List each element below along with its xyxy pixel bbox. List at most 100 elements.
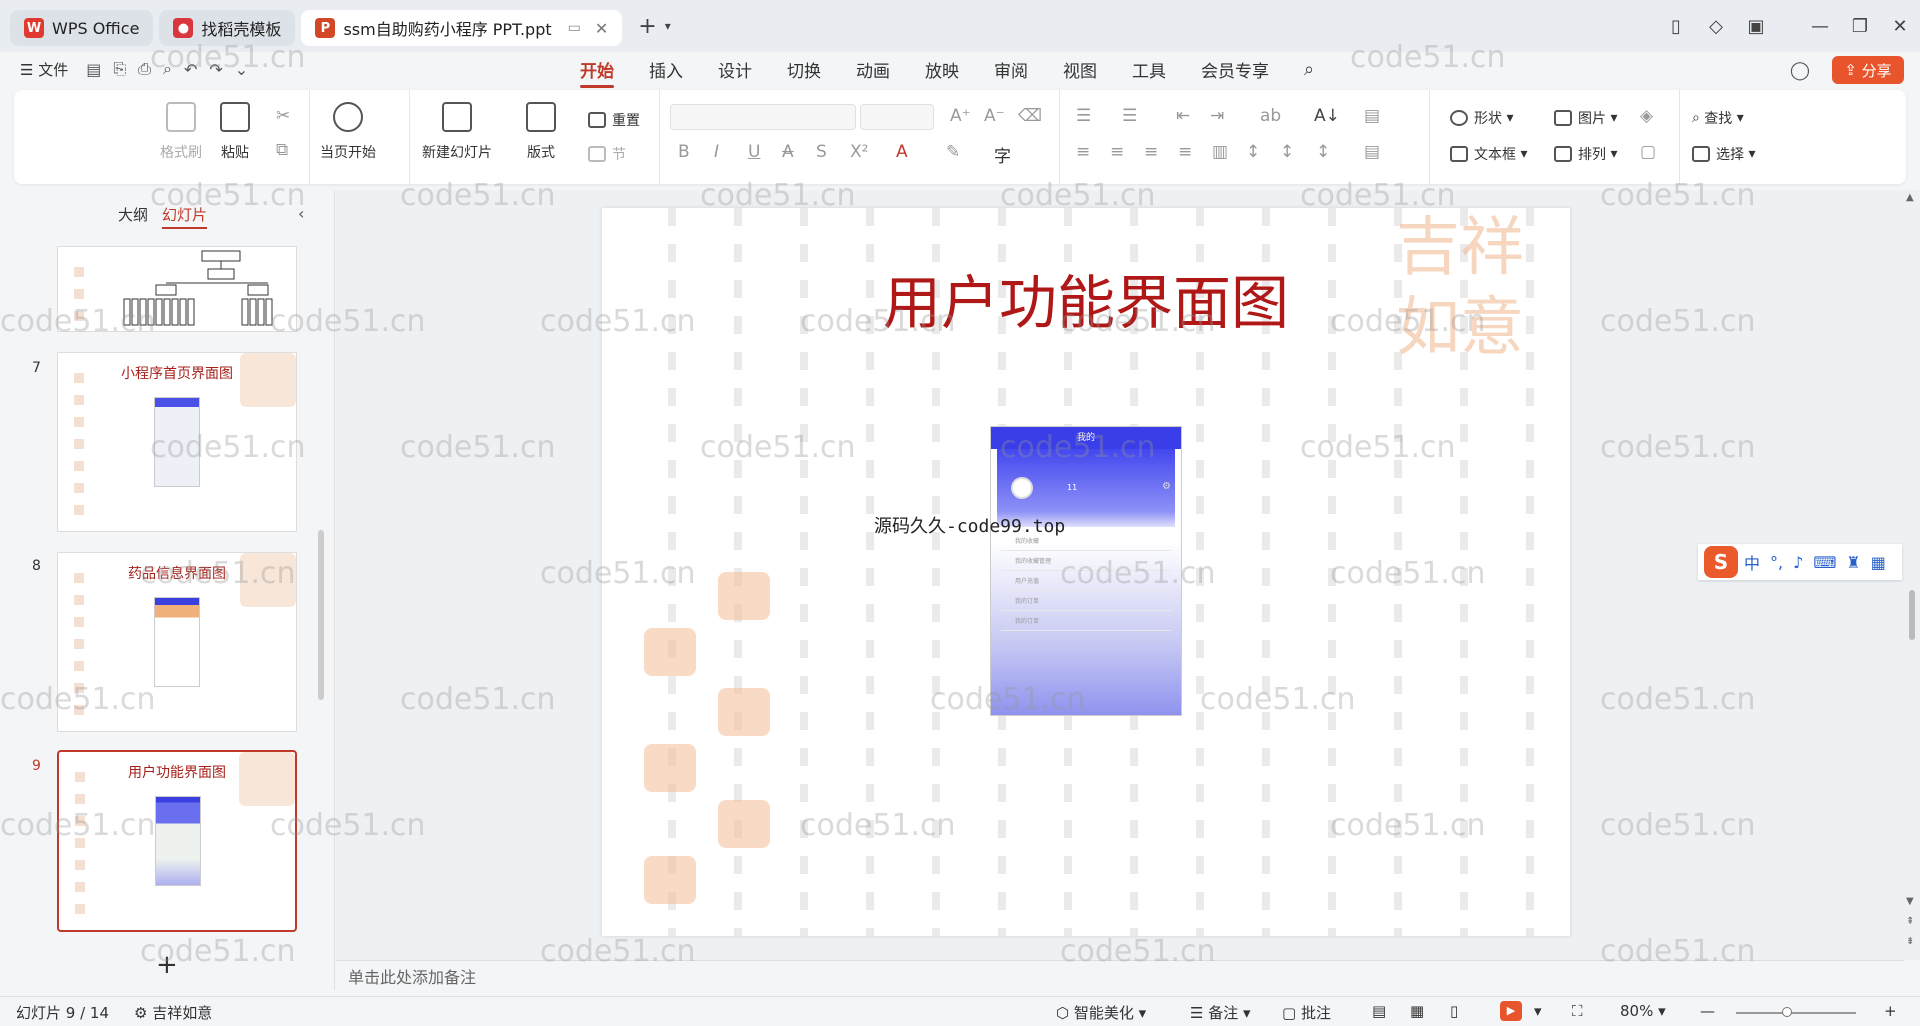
numbered-list-icon[interactable]: ☰	[1122, 106, 1137, 126]
search-icon[interactable]: ⌕	[1304, 59, 1314, 80]
section-button[interactable]: 节	[588, 144, 626, 164]
tab-tools[interactable]: 工具	[1132, 57, 1166, 82]
reading-view-icon[interactable]: ▯	[1450, 1002, 1458, 1020]
zoom-slider[interactable]	[1736, 1012, 1856, 1014]
align-left-icon[interactable]: ≡	[1076, 142, 1090, 162]
picture-button[interactable]: 图片 ▾	[1554, 108, 1617, 128]
text-align-icon[interactable]: ▤	[1364, 142, 1380, 162]
app-screenshot-image[interactable]: 我的 11 ⚙ 我的收藏 我的收藏管理 用户充值 我的订单 我的订单	[990, 426, 1182, 716]
reset-button[interactable]: 重置	[588, 110, 640, 130]
play-from-current-button[interactable]: 当页开始	[320, 102, 376, 162]
keyboard-icon[interactable]: ⌨	[1813, 553, 1836, 572]
phonetic-icon[interactable]: 字	[994, 142, 1011, 167]
format-painter-button[interactable]: 格式刷	[160, 102, 202, 162]
copy-icon[interactable]: ⧉	[276, 140, 288, 160]
smart-beautify-button[interactable]: ⬡ 智能美化 ▾	[1056, 1002, 1146, 1023]
slide-thumbnail-7[interactable]: 小程序首页界面图	[57, 352, 297, 532]
toolbox-icon[interactable]: ▦	[1871, 553, 1886, 572]
collapse-panel-icon[interactable]: ‹	[298, 204, 304, 223]
highlight-icon[interactable]: ✎	[946, 142, 960, 162]
current-slide[interactable]: 吉祥 如意 用户功能界面图 我的 11 ⚙ 我的收藏 我的收藏管理 用户充值 我的…	[602, 208, 1570, 936]
export-icon[interactable]: ⎘	[113, 59, 126, 79]
chevron-down-icon[interactable]: ▾	[1534, 1002, 1542, 1020]
scroll-up-icon[interactable]: ▲	[1906, 192, 1914, 203]
italic-icon[interactable]: I	[714, 142, 719, 162]
tab-review[interactable]: 审阅	[994, 57, 1028, 82]
columns-icon[interactable]: ↕	[1316, 142, 1330, 162]
skin-icon[interactable]: ♜	[1846, 553, 1860, 572]
textbox-button[interactable]: 文本框 ▾	[1450, 144, 1527, 164]
shadow-icon[interactable]: S	[816, 142, 827, 162]
increase-indent-icon[interactable]: ⇥	[1210, 106, 1224, 126]
decrease-indent-icon[interactable]: ⇤	[1176, 106, 1190, 126]
convert-smartart-icon[interactable]: ▤	[1364, 106, 1380, 126]
cube-icon[interactable]: ◇	[1696, 16, 1736, 37]
avatar[interactable]: ▣	[1736, 16, 1776, 37]
slide-caption-text[interactable]: 源码久久-code99.top	[874, 512, 1065, 538]
close-window-icon[interactable]: ✕	[1880, 16, 1920, 37]
increase-font-icon[interactable]: A⁺	[950, 106, 971, 126]
slide-thumbnail-8[interactable]: 药品信息界面图	[57, 552, 297, 732]
slide-thumbnail-9[interactable]: 用户功能界面图	[57, 750, 297, 932]
text-direction-icon[interactable]: ab	[1260, 106, 1281, 126]
chevron-down-icon[interactable]: ▾	[665, 19, 671, 33]
line-spacing-icon[interactable]: ↕	[1246, 142, 1260, 162]
tab-ppt-document[interactable]: P ssm自助购药小程序 PPT.ppt ▭ ✕	[301, 10, 623, 46]
zoom-in-icon[interactable]: +	[1884, 1002, 1897, 1020]
chevron-down-icon[interactable]: ⌄	[235, 60, 248, 79]
zoom-slider-handle[interactable]	[1782, 1007, 1792, 1017]
superscript-icon[interactable]: X²	[850, 142, 868, 162]
decrease-font-icon[interactable]: A⁻	[984, 106, 1005, 126]
shape-button[interactable]: 形状 ▾	[1450, 108, 1513, 128]
new-slide-button[interactable]: 新建幻灯片	[422, 102, 492, 162]
zoom-level[interactable]: 80% ▾	[1620, 1002, 1666, 1020]
theme-name-button[interactable]: ⚙ 吉祥如意	[134, 1002, 212, 1023]
play-slideshow-icon[interactable]: ▶	[1500, 1001, 1522, 1021]
cut-icon[interactable]: ✂	[276, 106, 290, 126]
sogou-ime-icon[interactable]: S	[1704, 546, 1738, 578]
paragraph-spacing-icon[interactable]: ↕	[1280, 142, 1294, 162]
fit-window-icon[interactable]: ⛶	[1572, 1002, 1583, 1020]
prev-slide-icon[interactable]: ⇞	[1906, 916, 1914, 927]
fill-icon[interactable]: ◈	[1640, 106, 1653, 126]
monitor-icon[interactable]: ▭	[568, 20, 581, 36]
strikethrough-icon[interactable]: A	[782, 142, 794, 162]
bold-icon[interactable]: B	[678, 142, 690, 162]
sort-icon[interactable]: A↓	[1314, 106, 1340, 126]
find-button[interactable]: ⌕ 查找 ▾	[1692, 108, 1744, 128]
clear-format-icon[interactable]: ⌫	[1018, 106, 1042, 126]
slide-title[interactable]: 用户功能界面图	[602, 256, 1570, 340]
tab-insert[interactable]: 插入	[649, 57, 683, 82]
print-preview-icon[interactable]: ⌕	[163, 59, 172, 79]
panel-scrollbar[interactable]	[318, 530, 324, 700]
editor-scrollbar[interactable]: ▲ ▼ ⇞ ⇟	[1904, 190, 1920, 960]
font-color-icon[interactable]: A	[896, 142, 908, 162]
add-slide-icon[interactable]: +	[156, 950, 178, 980]
tab-slideshow[interactable]: 放映	[925, 57, 959, 82]
align-right-icon[interactable]: ≡	[1144, 142, 1158, 162]
align-center-icon[interactable]: ≡	[1110, 142, 1124, 162]
arrange-button[interactable]: 排列 ▾	[1554, 144, 1617, 164]
print-icon[interactable]: ⎙	[138, 59, 151, 79]
tab-home[interactable]: 开始	[580, 57, 614, 88]
new-tab-icon[interactable]: +	[638, 14, 656, 39]
justify-icon[interactable]: ≡	[1178, 142, 1192, 162]
tab-animation[interactable]: 动画	[856, 57, 890, 82]
next-slide-icon[interactable]: ⇟	[1906, 936, 1914, 947]
tab-outline[interactable]: 大纲	[118, 204, 148, 229]
distribute-icon[interactable]: ▥	[1212, 142, 1228, 162]
comments-button[interactable]: ▢ 批注	[1282, 1002, 1331, 1023]
sidebar-toggle-icon[interactable]: ▯	[1656, 16, 1696, 37]
minimize-icon[interactable]: —	[1800, 16, 1840, 37]
maximize-icon[interactable]: ❐	[1840, 16, 1880, 37]
font-family-select[interactable]	[670, 104, 856, 130]
tab-transition[interactable]: 切换	[787, 57, 821, 82]
scroll-down-icon[interactable]: ▼	[1906, 896, 1914, 907]
slide-sorter-icon[interactable]: ▦	[1410, 1002, 1424, 1020]
close-tab-icon[interactable]: ✕	[595, 19, 608, 38]
normal-view-icon[interactable]: ▤	[1372, 1002, 1386, 1020]
share-button[interactable]: ⇪ 分享	[1832, 56, 1904, 84]
layout-button[interactable]: 版式	[526, 102, 556, 162]
notes-pane[interactable]: 单击此处添加备注	[336, 960, 1904, 996]
outline-icon[interactable]: ▢	[1640, 142, 1656, 162]
